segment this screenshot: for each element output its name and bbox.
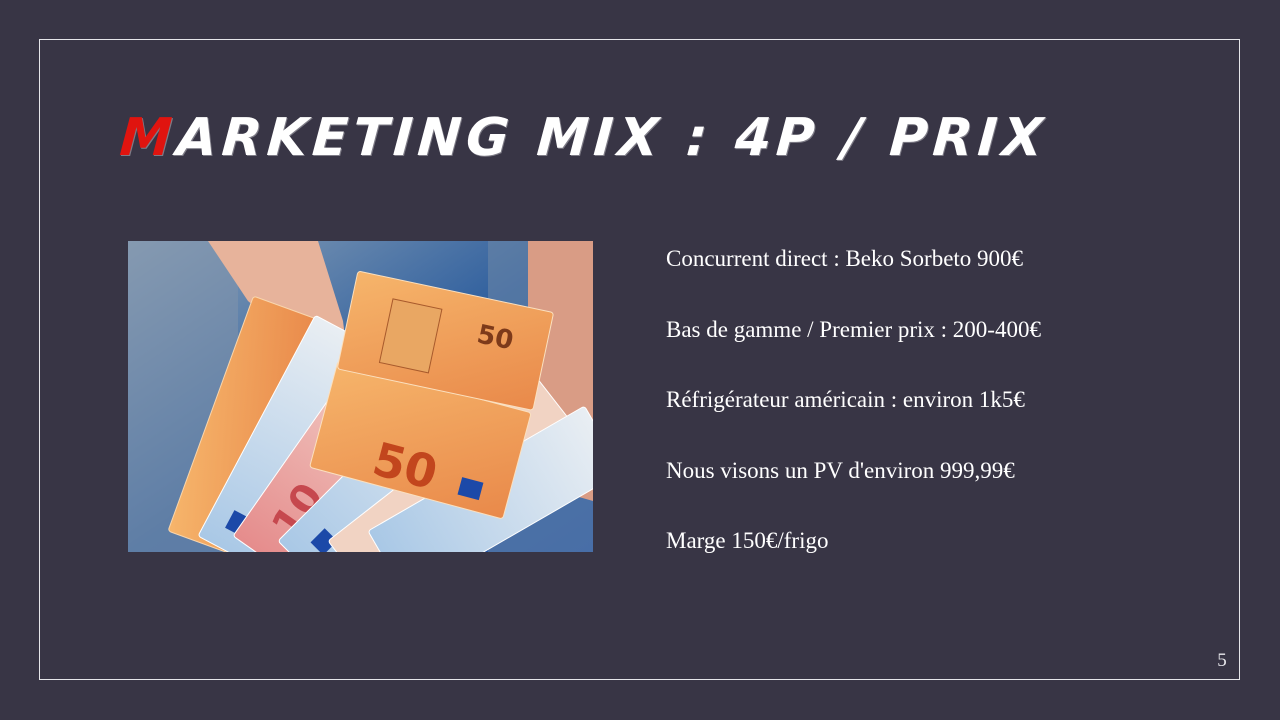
price-bullet-list: Concurrent direct : Beko Sorbeto 900€ Ba…	[666, 243, 1186, 596]
banknotes-photo: 10 20 50 50	[128, 241, 593, 552]
title-first-letter: M	[117, 108, 179, 168]
bullet-margin: Marge 150€/frigo	[666, 528, 829, 553]
bullet-entry-level: Bas de gamme / Premier prix : 200-400€	[666, 316, 1041, 342]
title-text: ARKETING MIX : 4P / PRIX	[174, 108, 1050, 168]
bullet-target-price: Nous visons un PV d'environ 999,99€	[666, 457, 1015, 483]
bullet-american-fridge: Réfrigérateur américain : environ 1k5€	[666, 387, 1025, 412]
page-number: 5	[1217, 650, 1227, 671]
bullet-competitor: Concurrent direct : Beko Sorbeto 900€	[666, 246, 1024, 271]
slide-title: MARKETING MIX : 4P / PRIX	[117, 98, 1050, 178]
